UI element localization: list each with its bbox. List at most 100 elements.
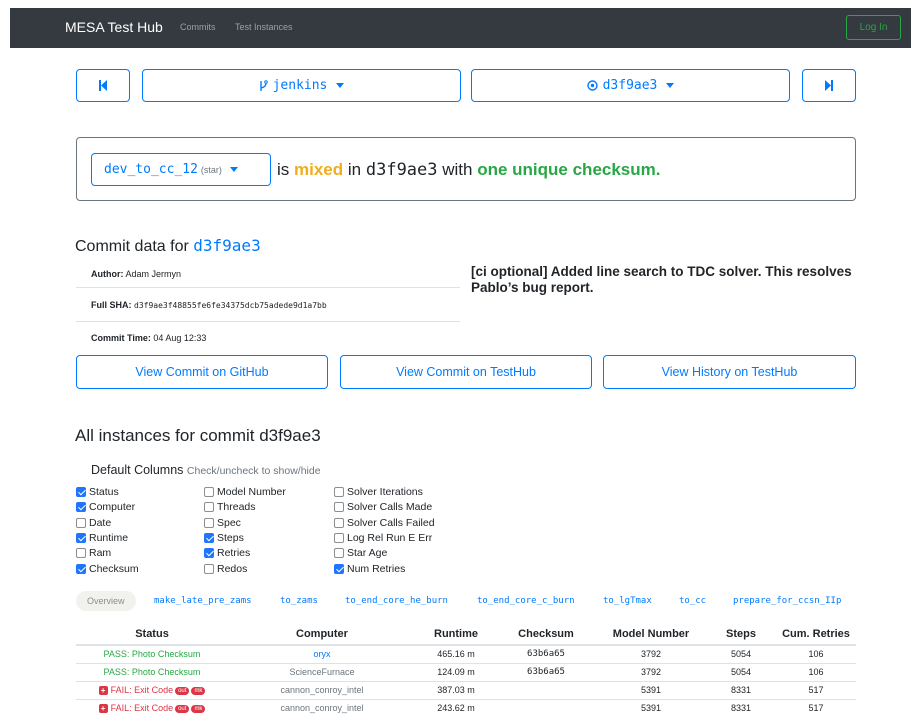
column-checkbox[interactable]: Solver Calls Failed <box>334 517 435 529</box>
author-value: Adam Jermyn <box>125 269 182 279</box>
table-row[interactable]: PASS: Photo Checksum ScienceFurnace 124.09… <box>76 662 856 681</box>
cell-status: + FAIL: Exit Code out mk <box>76 680 228 699</box>
table-row[interactable]: PASS: Photo Checksum oryx 465.16 m 63b6a65 3… <box>76 644 856 663</box>
column-checkbox[interactable]: Ram <box>76 547 111 559</box>
column-checkbox[interactable]: Retries <box>204 547 250 559</box>
login-button[interactable]: Log In <box>846 15 901 40</box>
tab-prepare-for-ccsn-iip[interactable]: prepare_for_ccsn_IIp <box>733 596 841 606</box>
checkbox-checked-icon[interactable] <box>334 563 344 574</box>
header-model-number[interactable]: Model Number <box>596 623 706 646</box>
instances-table: Status Computer Runtime Checksum Model N… <box>76 623 856 717</box>
checkbox-unchecked-icon[interactable] <box>334 517 344 528</box>
checkbox-label: Redos <box>217 562 248 575</box>
status-unique-checksum: one unique checksum. <box>477 160 661 179</box>
cell-computer: cannon_conroy_intel <box>228 680 416 699</box>
tab-make-late-pre-zams[interactable]: make_late_pre_zams <box>154 596 252 606</box>
test-case-dropdown[interactable]: dev_to_cc_12 (star) <box>91 153 271 186</box>
checkbox-checked-icon[interactable] <box>204 532 214 543</box>
status-in: in <box>347 160 362 179</box>
column-checkbox[interactable]: Solver Calls Made <box>334 501 432 513</box>
commit-title-prefix: Commit data for <box>75 238 189 255</box>
nav-link-test-instances[interactable]: Test Instances <box>235 22 293 32</box>
tab-to-zams[interactable]: to_zams <box>280 596 318 606</box>
status-text: FAIL: Exit Code <box>110 685 174 695</box>
header-cum-retries[interactable]: Cum. Retries <box>776 623 856 646</box>
cell-computer: cannon_conroy_intel <box>228 698 416 717</box>
checkbox-checked-icon[interactable] <box>76 532 86 543</box>
checkbox-label: Model Number <box>217 486 286 498</box>
column-checkbox[interactable]: Log Rel Run E Err <box>334 532 432 544</box>
commit-dropdown[interactable]: d3f9ae3 <box>471 69 790 102</box>
column-checkbox[interactable]: Checksum <box>76 563 139 575</box>
table-row[interactable]: + FAIL: Exit Code out mk cannon_conroy_intel… <box>76 680 856 699</box>
checkbox-label: Date <box>89 516 112 529</box>
commit-sha-link[interactable]: d3f9ae3 <box>193 236 260 255</box>
column-checkbox[interactable]: Runtime <box>76 532 128 544</box>
cell-computer[interactable]: oryx <box>228 644 416 663</box>
checkbox-label: Num Retries <box>347 562 406 575</box>
checkbox-unchecked-icon[interactable] <box>76 548 86 559</box>
header-computer[interactable]: Computer <box>228 623 416 646</box>
header-checksum[interactable]: Checksum <box>496 623 596 646</box>
checkbox-unchecked-icon[interactable] <box>76 517 86 528</box>
checkbox-unchecked-icon[interactable] <box>334 502 344 513</box>
checkbox-unchecked-icon[interactable] <box>204 563 214 574</box>
tab-to-cc[interactable]: to_cc <box>679 596 706 606</box>
view-commit-github-button[interactable]: View Commit on GitHub <box>76 355 328 389</box>
column-checkbox[interactable]: Threads <box>204 501 256 513</box>
column-checkbox[interactable]: Spec <box>204 517 241 529</box>
checkbox-label: Computer <box>89 501 136 514</box>
tab-to-end-core-c-burn[interactable]: to_end_core_c_burn <box>477 596 575 606</box>
caret-down-icon <box>666 83 675 88</box>
column-checkbox[interactable]: Num Retries <box>334 563 405 575</box>
status-is: is <box>277 160 290 179</box>
cell-checksum <box>496 680 596 699</box>
column-checkbox[interactable]: Solver Iterations <box>334 486 423 498</box>
cell-model: 3792 <box>596 644 706 663</box>
tab-to-lgtmax[interactable]: to_lgTmax <box>603 596 652 606</box>
status-text: PASS: Photo Checksum <box>103 667 201 677</box>
time-value: 04 Aug 12:33 <box>153 333 207 343</box>
status-commit: d3f9ae3 <box>365 160 438 180</box>
checkbox-unchecked-icon[interactable] <box>204 517 214 528</box>
nav-link-commits[interactable]: Commits <box>180 22 216 32</box>
checkbox-checked-icon[interactable] <box>76 487 86 497</box>
header-status[interactable]: Status <box>76 623 228 646</box>
column-checkbox[interactable]: Star Age <box>334 547 387 559</box>
branch-dropdown[interactable]: jenkins <box>142 69 461 102</box>
view-commit-testhub-button[interactable]: View Commit on TestHub <box>340 355 592 389</box>
header-steps[interactable]: Steps <box>706 623 776 646</box>
cell-status: + FAIL: Exit Code out mk <box>76 698 228 717</box>
cell-status: PASS: Photo Checksum <box>76 644 228 663</box>
cell-checksum: 63b6a65 <box>496 662 596 681</box>
pill-out: out <box>175 705 190 714</box>
checkbox-unchecked-icon[interactable] <box>204 502 214 513</box>
checkbox-unchecked-icon[interactable] <box>204 487 214 497</box>
column-checkbox[interactable]: Status <box>76 486 119 498</box>
checkbox-unchecked-icon[interactable] <box>334 532 344 543</box>
column-checkbox[interactable]: Date <box>76 517 111 529</box>
brand-link[interactable]: MESA Test Hub <box>65 19 163 35</box>
checkbox-checked-icon[interactable] <box>204 548 214 559</box>
first-commit-button[interactable] <box>76 69 130 102</box>
header-runtime[interactable]: Runtime <box>416 623 496 646</box>
tab-overview[interactable]: Overview <box>76 591 136 611</box>
sha-label: Full SHA: <box>91 300 132 310</box>
cell-checksum: 63b6a65 <box>496 644 596 663</box>
checkbox-checked-icon[interactable] <box>76 502 86 513</box>
checkbox-unchecked-icon[interactable] <box>334 487 344 497</box>
checkbox-unchecked-icon[interactable] <box>334 548 344 559</box>
checkbox-label: Threads <box>217 501 256 514</box>
tab-to-end-core-he-burn[interactable]: to_end_core_he_burn <box>345 596 448 606</box>
view-history-testhub-button[interactable]: View History on TestHub <box>603 355 856 389</box>
column-checkbox[interactable]: Computer <box>76 501 135 513</box>
column-checkbox[interactable]: Redos <box>204 563 247 575</box>
column-checkbox[interactable]: Steps <box>204 532 244 544</box>
pill-mk: mk <box>191 705 206 714</box>
checkbox-checked-icon[interactable] <box>76 563 86 574</box>
sha-value: d3f9ae3f48855fe6fe34375dcb75adede9d1a7bb <box>134 301 327 310</box>
table-row[interactable]: + FAIL: Exit Code out mk cannon_conroy_intel… <box>76 698 856 717</box>
last-commit-button[interactable] <box>802 69 856 102</box>
checkbox-label: Solver Calls Failed <box>347 516 435 529</box>
column-checkbox[interactable]: Model Number <box>204 486 286 498</box>
